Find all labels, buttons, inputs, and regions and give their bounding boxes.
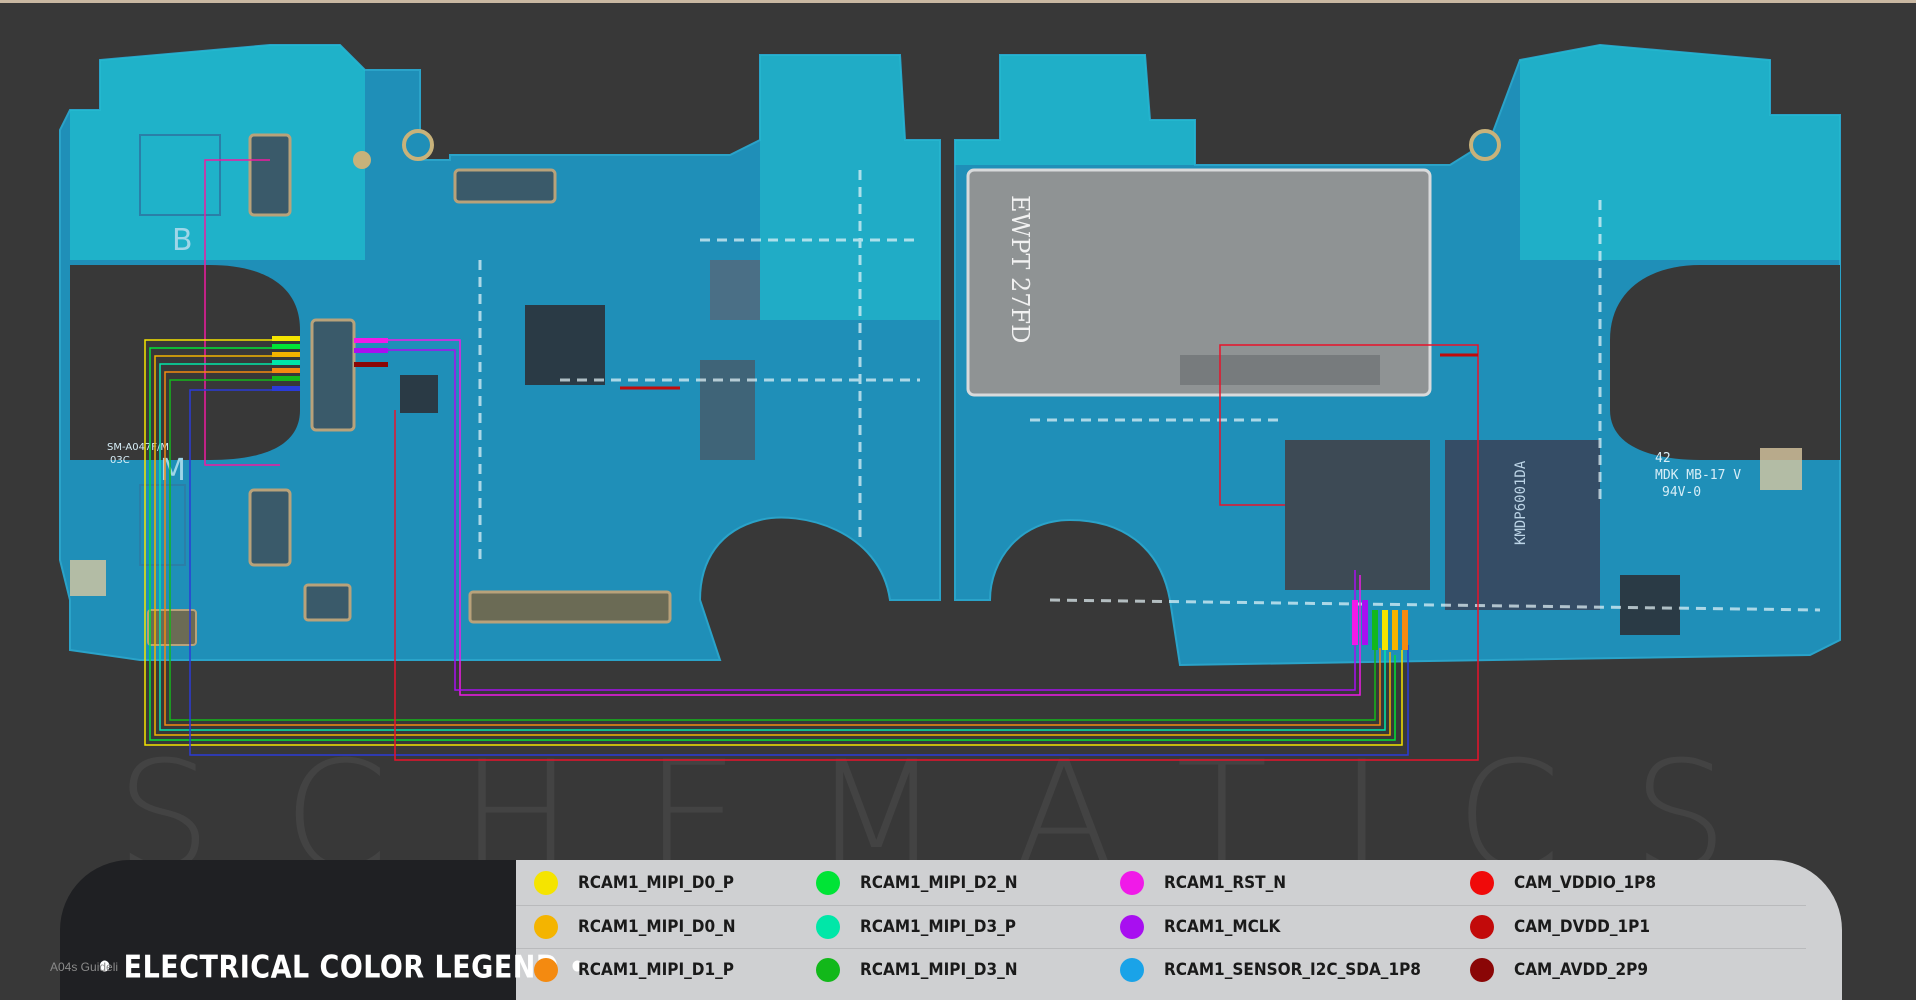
legend-label: RCAM1_MCLK [1164,917,1281,937]
legend-label: RCAM1_MIPI_D0_N [578,917,736,937]
silkscreen-right-2: MDK MB-17 V [1655,468,1741,483]
legend-item: RCAM1_RST_N [1120,868,1286,898]
legend-label: CAM_VDDIO_1P8 [1514,873,1656,893]
right-board [954,43,1841,667]
legend-divider [516,905,1806,906]
legend-item: RCAM1_MIPI_D3_P [816,912,1016,942]
left-board [59,44,941,661]
legend-title: • ELECTRICAL COLOR LEGEND • [96,949,587,986]
silkscreen-right-1: 42 [1655,451,1671,466]
legend-label: RCAM1_SENSOR_I2C_SDA_1P8 [1164,960,1421,980]
color-dot [1120,871,1144,895]
silkscreen-right-3: 94V-0 [1662,485,1701,500]
color-dot [816,915,840,939]
silkscreen-sim-tray: EWPT 27FD [1006,195,1034,343]
legend-item: RCAM1_MCLK [1120,912,1280,942]
silkscreen-b: B [172,223,193,258]
legend-item: CAM_DVDD_1P1 [1470,912,1650,942]
color-dot [1120,915,1144,939]
pcb-diagram: B M SM-A047F/M 03C EWPT 27FD 42 MDK MB-1… [59,43,1841,761]
legend-item: RCAM1_MIPI_D2_N [816,868,1018,898]
color-dot [1470,958,1494,982]
color-dot [534,915,558,939]
legend-label: CAM_AVDD_2P9 [1514,960,1648,980]
color-dot [1120,958,1144,982]
color-dot [534,871,558,895]
chip-marking: KMDP6001DA [1513,460,1529,545]
legend-label: RCAM1_MIPI_D3_N [860,960,1018,980]
color-dot [534,958,558,982]
silkscreen-m: M [160,453,186,488]
color-dot [1470,915,1494,939]
legend-label: CAM_DVDD_1P1 [1514,917,1650,937]
legend-item: CAM_VDDIO_1P8 [1470,868,1656,898]
legend-item: RCAM1_MIPI_D0_P [534,868,734,898]
legend-label: RCAM1_MIPI_D0_P [578,873,734,893]
guideline-caption: A04s Guideli [50,960,119,974]
legend-label: RCAM1_MIPI_D2_N [860,873,1018,893]
legend-divider [516,948,1806,949]
silkscreen-rev: 03C [110,455,130,466]
color-dot [816,958,840,982]
legend-label: RCAM1_MIPI_D1_P [578,960,734,980]
legend-item: RCAM1_MIPI_D0_N [534,912,736,942]
color-dot [1470,871,1494,895]
color-dot [816,871,840,895]
legend-label: RCAM1_MIPI_D3_P [860,917,1016,937]
legend-label: RCAM1_RST_N [1164,873,1287,893]
